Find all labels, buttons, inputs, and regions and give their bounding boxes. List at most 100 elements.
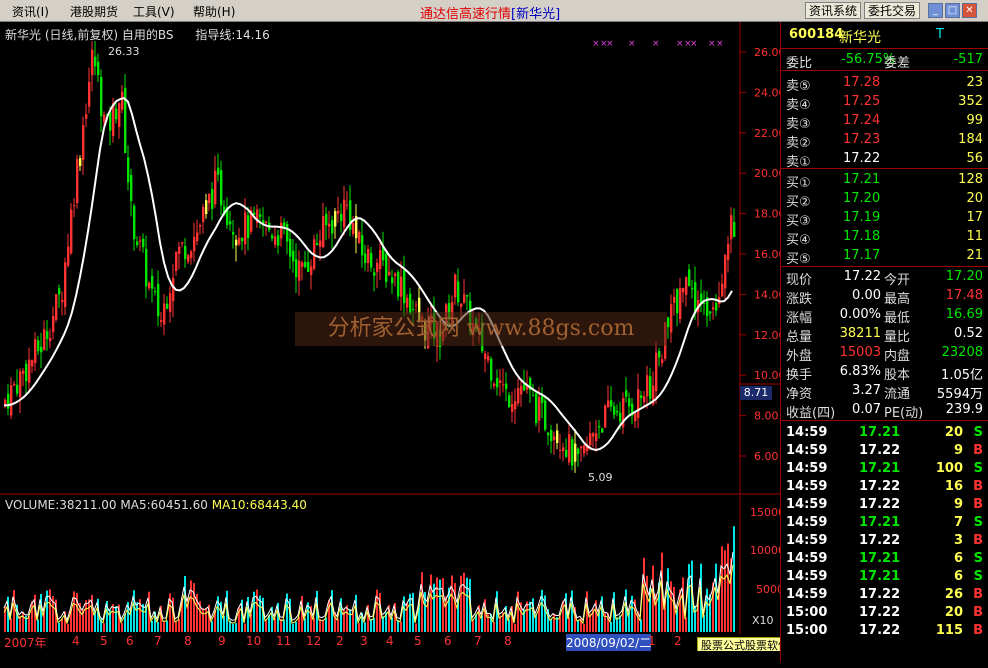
volume-bar [685, 617, 687, 632]
buy-label: 买② [786, 195, 811, 210]
volume-bar [604, 612, 606, 632]
buy-row[interactable]: 买④ 17.18 11 [781, 228, 988, 248]
volume-bar [436, 577, 438, 632]
high-annotation: 26.33 [108, 45, 140, 58]
volume-bar [166, 620, 168, 632]
candle [145, 248, 148, 287]
vol-axis-x10: X10 [752, 614, 774, 627]
tick-row: 14:59 17.22 26 B [781, 586, 988, 604]
tick-row: 14:59 17.22 3 B [781, 532, 988, 550]
stock-code: 600184 [789, 27, 844, 42]
signal-marker: × [606, 39, 614, 49]
candle [682, 287, 685, 293]
volume-bar [232, 623, 234, 632]
menu-info[interactable]: 资讯(I) [12, 3, 49, 20]
buy-row[interactable]: 买⑤ 17.17 21 [781, 247, 988, 267]
volume-bar [163, 620, 165, 632]
tick-side: B [973, 479, 983, 494]
info-system-button[interactable]: 资讯系统 [805, 2, 862, 19]
menu-help[interactable]: 帮助(H) [193, 3, 235, 20]
volume-bar [151, 620, 153, 632]
candle [184, 246, 187, 260]
candle [331, 220, 334, 234]
candle [412, 308, 415, 310]
sell-price: 17.28 [843, 75, 881, 90]
volume-bar [142, 604, 144, 632]
sell-volume: 99 [966, 113, 983, 128]
stat-value: 0.52 [954, 326, 983, 341]
stat-row: 换手 6.83% 股本 1.05亿 [781, 363, 988, 383]
date-label: 8 [184, 634, 192, 648]
volume-bar [292, 623, 294, 632]
candle [361, 235, 364, 256]
sell-price: 17.22 [843, 151, 881, 166]
trade-button[interactable]: 委托交易 [864, 2, 921, 19]
candle [394, 273, 397, 277]
kline-chart[interactable]: ×××××××××× 26.0024.0022.0020.0018.0016.0… [0, 22, 785, 662]
volume-header: VOLUME:38211.00 MA5:60451.60 MA10:68443.… [5, 498, 307, 512]
tick-time: 14:59 [786, 533, 828, 548]
stat-label: 现价 [786, 273, 813, 288]
candle [205, 200, 208, 215]
menu-tools[interactable]: 工具(V) [133, 3, 175, 20]
candle [580, 446, 583, 449]
candle [589, 433, 592, 446]
candle [370, 253, 373, 268]
volume-bar [568, 616, 570, 632]
maximize-icon[interactable]: □ [945, 3, 960, 18]
candle [181, 242, 184, 244]
candle [247, 215, 250, 239]
volume-bar [31, 601, 33, 632]
date-label: 5 [414, 634, 422, 648]
buy-row[interactable]: 买③ 17.19 17 [781, 209, 988, 229]
candle [493, 383, 496, 387]
sell-row[interactable]: 卖② 17.23 184 [781, 131, 988, 151]
candle [484, 353, 487, 360]
candle [202, 207, 205, 222]
date-label: 4 [386, 634, 394, 648]
stock-flag: T [936, 27, 944, 42]
signal-marker: × [628, 39, 636, 49]
tick-volume: 16 [944, 479, 963, 494]
buy-row[interactable]: 买② 17.20 20 [781, 190, 988, 210]
candle [715, 302, 718, 311]
sell-volume: 184 [958, 132, 983, 147]
close-icon[interactable]: ✕ [962, 3, 977, 18]
volume-bar [571, 590, 573, 632]
candle [109, 111, 112, 131]
stat-row: 净资 3.27 流通 5594万 [781, 382, 988, 402]
tick-volume: 6 [953, 551, 963, 566]
weicha-value: -517 [953, 52, 983, 67]
buy-row[interactable]: 买① 17.21 128 [781, 171, 988, 191]
candle [232, 232, 235, 235]
tick-side: S [973, 425, 983, 440]
tick-side: S [973, 461, 983, 476]
stat-label: 涨跌 [786, 292, 813, 307]
sell-row[interactable]: 卖④ 17.25 352 [781, 93, 988, 113]
app-title: 通达信高速行情[新华光] [420, 7, 561, 22]
date-axis: 2007年 4 5 6 7 8 9 10 11 12 2 3 4 5 6 7 8 2008/09/02/二 1 2 [0, 634, 740, 651]
volume-bar [451, 575, 453, 632]
sell-row[interactable]: 卖① 17.22 56 [781, 150, 988, 170]
weibi-row: 委比 -56.75% 委差 -517 [786, 52, 983, 71]
candle [73, 205, 76, 207]
tick-price: 17.22 [859, 479, 901, 494]
candle [187, 255, 190, 262]
minimize-icon[interactable]: _ [928, 3, 943, 18]
sell-row[interactable]: 卖⑤ 17.28 23 [781, 74, 988, 94]
volume-bar [643, 557, 645, 632]
candle [289, 238, 292, 257]
sell-row[interactable]: 卖③ 17.24 99 [781, 112, 988, 132]
date-label: 1 [648, 634, 656, 648]
candle [229, 221, 232, 225]
tick-time: 14:59 [786, 497, 828, 512]
candle [346, 204, 349, 206]
candle [4, 399, 7, 405]
stat-value: 17.48 [945, 288, 983, 303]
tick-row: 14:59 17.22 9 B [781, 496, 988, 514]
volume-bar [10, 618, 12, 632]
price-axis-label: 16.00 [754, 248, 780, 261]
date-label: 3 [360, 634, 368, 648]
menu-hk-futures[interactable]: 港股期货 [70, 3, 118, 20]
candle [565, 449, 568, 457]
